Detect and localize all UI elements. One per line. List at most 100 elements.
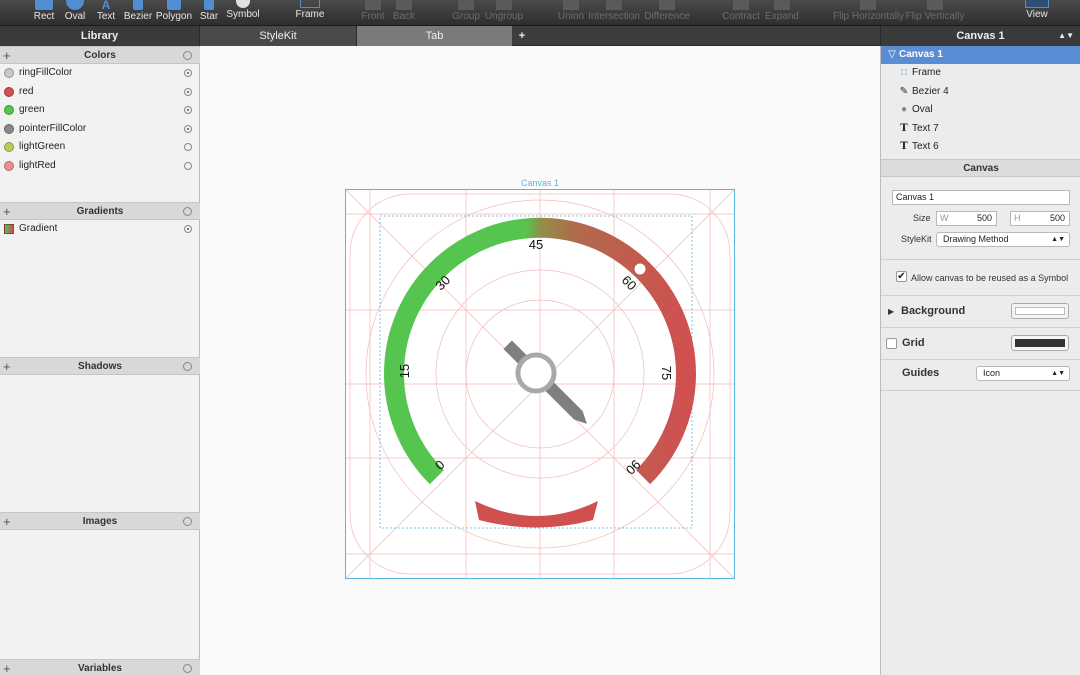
canvas-frame[interactable]: 0 15 30 45 60 75 90 — [345, 189, 735, 579]
add-gradient-icon[interactable]: + — [3, 203, 11, 221]
gradient-item[interactable]: Gradient — [0, 220, 200, 238]
color-radio[interactable] — [184, 106, 192, 114]
section-option-icon[interactable] — [183, 362, 192, 371]
tree-item-text-7[interactable]: T Text 7 — [881, 120, 1080, 138]
flip-horizontal-button[interactable]: Flip Horizontally — [833, 0, 904, 26]
section-option-icon[interactable] — [183, 51, 192, 60]
color-radio[interactable] — [184, 143, 192, 151]
chevron-updown-icon: ▲▼ — [1058, 31, 1074, 40]
section-title: Gradients — [76, 206, 124, 217]
color-item-pointerfillcolor[interactable]: pointerFillColor — [0, 120, 200, 138]
color-radio[interactable] — [184, 125, 192, 133]
intersection-icon — [606, 0, 622, 10]
color-item-red[interactable]: red — [0, 83, 200, 101]
color-item-ringfillcolor[interactable]: ringFillColor — [0, 64, 200, 82]
tick-label-15[interactable]: 15 — [397, 364, 412, 378]
tool-label: Back — [392, 11, 416, 22]
frame-tool-button[interactable]: Frame — [294, 0, 326, 26]
color-name: red — [19, 86, 34, 97]
section-option-icon[interactable] — [183, 207, 192, 216]
disclosure-triangle-icon[interactable]: ▽ — [887, 46, 897, 64]
intersection-button[interactable]: Intersection — [588, 0, 640, 26]
tab-tab[interactable]: Tab — [357, 26, 512, 46]
union-button[interactable]: Union — [555, 0, 587, 26]
library-header: Library — [0, 26, 200, 46]
color-swatch — [4, 87, 14, 97]
tree-item-bezier-4[interactable]: ✎ Bezier 4 — [881, 83, 1080, 101]
ungroup-button[interactable]: Ungroup — [484, 0, 524, 26]
grid-color-well[interactable] — [1011, 335, 1069, 351]
reuse-symbol-checkbox[interactable]: ✔ — [896, 271, 907, 282]
color-swatch — [4, 105, 14, 115]
canvas-name-field[interactable]: Canvas 1 — [892, 190, 1070, 205]
height-prefix: H — [1014, 213, 1021, 223]
back-button[interactable]: Back — [391, 0, 417, 26]
section-option-icon[interactable] — [183, 664, 192, 673]
back-icon — [396, 0, 412, 10]
expand-button[interactable]: Expand — [764, 0, 800, 26]
add-color-icon[interactable]: + — [3, 47, 11, 65]
stylekit-select[interactable]: Drawing Method ▲▼ — [936, 232, 1070, 247]
divider — [881, 390, 1080, 391]
tick-label-45[interactable]: 45 — [529, 237, 543, 252]
gauge-marker[interactable] — [634, 263, 646, 275]
add-shadow-icon[interactable]: + — [3, 358, 11, 376]
star-tool-button[interactable]: Star — [198, 0, 220, 26]
stylekit-value: Drawing Method — [943, 234, 1009, 244]
color-name: ringFillColor — [19, 67, 73, 78]
group-button[interactable]: Group — [450, 0, 482, 26]
text-tool-button[interactable]: A Text — [95, 0, 117, 26]
flip-vertical-button[interactable]: Flip Vertically — [904, 0, 966, 26]
front-button[interactable]: Front — [360, 0, 386, 26]
tree-item-canvas-1[interactable]: ▽ Canvas 1 — [881, 46, 1080, 64]
tick-label-90[interactable]: 90 — [623, 457, 644, 478]
color-item-green[interactable]: green — [0, 101, 200, 119]
tree-item-oval[interactable]: ● Oval — [881, 101, 1080, 119]
drawing-area[interactable]: Canvas 1 0 15 30 45 60 75 90 — [201, 46, 879, 675]
tree-item-frame[interactable]: □ Frame — [881, 64, 1080, 82]
background-color-swatch — [1015, 307, 1065, 315]
disclosure-right-icon[interactable]: ▶ — [888, 307, 894, 316]
color-swatch — [4, 161, 14, 171]
width-prefix: W — [940, 213, 949, 223]
color-item-lightred[interactable]: lightRed — [0, 157, 200, 175]
difference-button[interactable]: Difference — [644, 0, 690, 26]
color-item-lightgreen[interactable]: lightGreen — [0, 138, 200, 156]
guides-label: Guides — [902, 367, 940, 379]
variables-section-header: + Variables — [0, 659, 200, 675]
images-section-header: + Images — [0, 512, 200, 530]
symbol-icon — [236, 0, 250, 8]
grid-checkbox[interactable] — [886, 338, 897, 349]
add-image-icon[interactable]: + — [3, 513, 11, 531]
flip-vertical-icon — [927, 0, 943, 10]
tool-label: Union — [557, 11, 585, 22]
indicator-bar[interactable] — [475, 501, 598, 528]
color-radio[interactable] — [184, 88, 192, 96]
text-icon: A — [101, 0, 111, 12]
width-field[interactable]: W 500 — [936, 211, 997, 226]
add-variable-icon[interactable]: + — [3, 660, 11, 675]
rect-tool-button[interactable]: Rect — [32, 0, 56, 26]
symbol-tool-button[interactable]: Symbol — [226, 0, 260, 26]
view-button[interactable]: View — [1020, 0, 1054, 26]
tab-stylekit[interactable]: StyleKit — [200, 26, 357, 46]
tree-item-text-6[interactable]: T Text 6 — [881, 138, 1080, 156]
polygon-tool-button[interactable]: Polygon — [155, 0, 193, 26]
color-radio[interactable] — [184, 69, 192, 77]
gradient-radio[interactable] — [184, 225, 192, 233]
section-option-icon[interactable] — [183, 517, 192, 526]
add-tab-button[interactable]: + — [512, 26, 532, 46]
tool-label: Intersection — [588, 11, 640, 22]
tick-label-75[interactable]: 75 — [659, 366, 674, 380]
bezier-tool-button[interactable]: Bezier — [123, 0, 153, 26]
background-color-well[interactable] — [1011, 303, 1069, 319]
contract-button[interactable]: Contract — [721, 0, 761, 26]
tool-label: View — [1026, 9, 1048, 20]
group-icon — [458, 0, 474, 10]
tool-label: Frame — [295, 9, 325, 20]
inspector-canvas-selector[interactable]: Canvas 1 ▲▼ — [880, 26, 1080, 46]
oval-tool-button[interactable]: Oval — [63, 0, 87, 26]
height-field[interactable]: H 500 — [1010, 211, 1070, 226]
guides-select[interactable]: Icon ▲▼ — [976, 366, 1070, 381]
color-radio[interactable] — [184, 162, 192, 170]
